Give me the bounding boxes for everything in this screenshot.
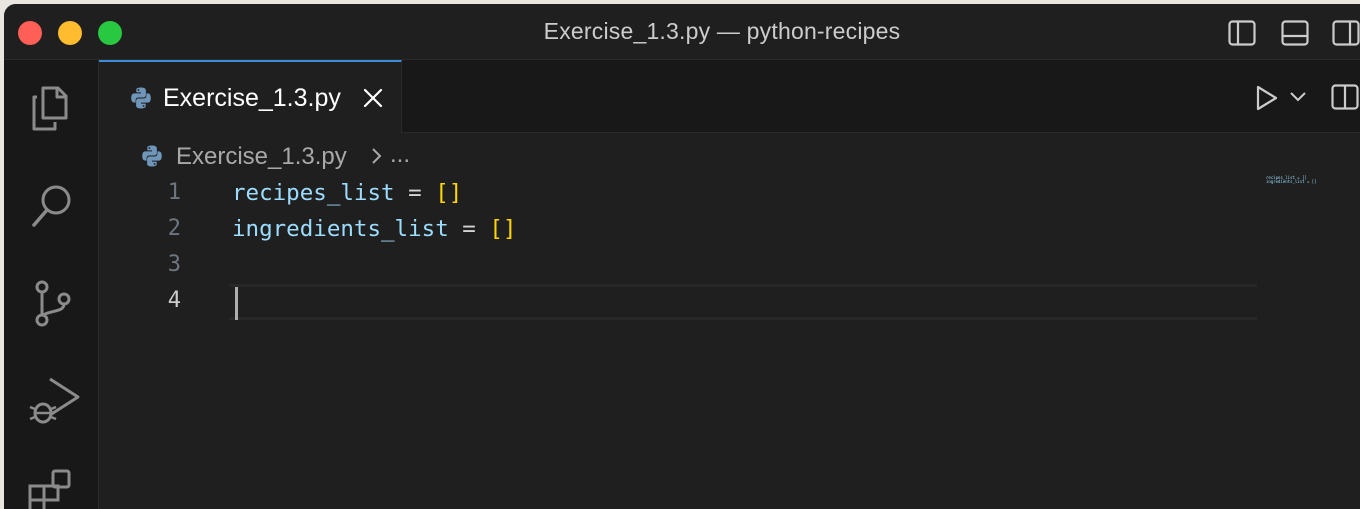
tab-exercise-1-3-py[interactable]: Exercise_1.3.py [99,60,402,133]
toggle-secondary-sidebar-button[interactable] [1332,20,1360,46]
close-icon [363,88,383,108]
tab-label: Exercise_1.3.py [163,84,341,112]
minimap-line: ingredients_list = [] [1266,179,1317,184]
text-cursor [235,287,238,320]
window-title: Exercise_1.3.py — python-recipes [543,18,901,44]
operator-token: = [394,180,436,206]
breadcrumb-file[interactable]: Exercise_1.3.py [176,143,347,171]
chevron-down-icon [1290,92,1306,102]
chevron-right-icon [370,147,384,165]
code-line: 3 [99,246,1360,282]
python-icon [129,86,153,110]
code-line: 1 recipes_list = [] [99,174,1360,210]
secondary-sidebar-layout-icon [1332,20,1360,46]
source-control-icon [35,280,71,327]
line-number: 1 [167,180,181,205]
variable-token: recipes_list [232,180,395,206]
bracket-token: [] [489,216,517,242]
toggle-panel-button[interactable] [1281,20,1309,46]
run-python-file-button[interactable] [1254,84,1280,112]
editor-tab-bar: Exercise_1.3.py [99,60,1360,133]
run-and-debug-button[interactable] [26,375,80,425]
line-content: ingredients_list = [] [232,216,516,242]
python-icon [140,144,164,168]
search-button[interactable] [26,180,76,230]
files-icon [32,86,68,131]
split-editor-icon [1331,84,1359,110]
tab-close-button[interactable] [363,88,383,108]
breadcrumb-symbols[interactable]: ... [390,141,410,169]
line-number: 3 [167,252,181,277]
source-control-button[interactable] [26,278,76,328]
explorer-button[interactable] [26,82,76,132]
code-editor[interactable]: 1 recipes_list = [] 2 ingredients_list =… [99,174,1360,509]
line-content: recipes_list = [] [232,180,462,206]
line-number: 2 [167,216,181,241]
operator-token: = [448,216,490,242]
vscode-window: Exercise_1.3.py — python-recipes Exercis… [4,4,1360,509]
activity-bar [4,60,99,509]
extensions-button[interactable] [26,468,76,509]
search-icon [32,185,71,227]
split-editor-button[interactable] [1331,84,1359,110]
play-icon [1256,85,1278,111]
minimap[interactable]: recipes_list = [] ingredients_list = [] [1266,176,1326,196]
code-line: 4 [99,282,1360,318]
bracket-token: [] [435,180,463,206]
variable-token: ingredients_list [232,216,449,242]
panel-layout-icon [1281,20,1309,46]
extensions-icon [28,469,71,509]
line-number: 4 [167,288,181,313]
sidebar-layout-icon [1228,20,1256,46]
code-line: 2 ingredients_list = [] [99,210,1360,246]
toggle-primary-sidebar-button[interactable] [1228,20,1256,46]
title-bar: Exercise_1.3.py — python-recipes [4,4,1360,60]
run-debug-icon [29,377,80,424]
run-options-dropdown[interactable] [1289,90,1307,104]
